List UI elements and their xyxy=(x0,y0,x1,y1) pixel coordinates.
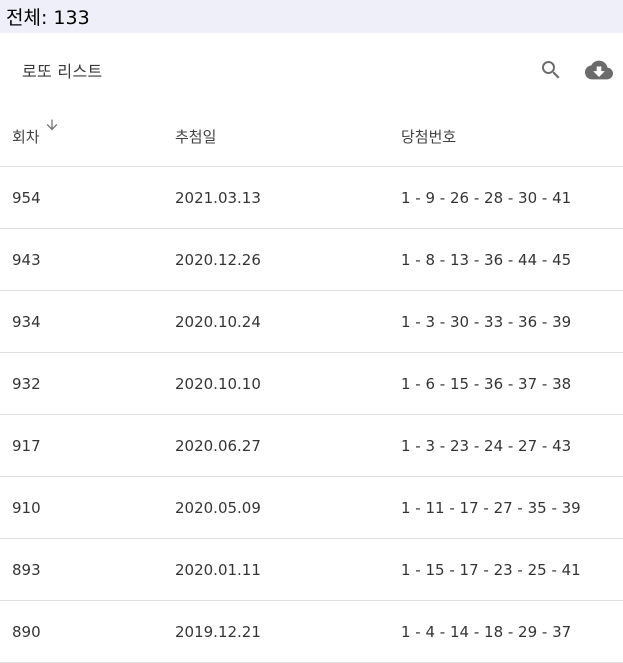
download-button[interactable] xyxy=(581,52,617,88)
lotto-table: 회차 추첨일 당첨번호 954 2021.03.13 1 - 9 - 26 - 28… xyxy=(0,106,623,663)
table-row[interactable]: 934 2020.10.24 1 - 3 - 30 - 33 - 36 - 39 xyxy=(0,290,623,353)
table-body: 954 2021.03.13 1 - 9 - 26 - 28 - 30 - 41 94… xyxy=(0,166,623,663)
round-cell: 943 xyxy=(0,228,175,291)
date-cell: 2020.10.24 xyxy=(175,290,401,353)
numbers-cell: 1 - 9 - 26 - 28 - 30 - 41 xyxy=(401,166,623,229)
column-header-round[interactable]: 회차 xyxy=(0,106,175,167)
cloud-download-icon xyxy=(585,56,613,84)
table-row[interactable]: 917 2020.06.27 1 - 3 - 23 - 24 - 27 - 43 xyxy=(0,414,623,477)
table-row[interactable]: 954 2021.03.13 1 - 9 - 26 - 28 - 30 - 41 xyxy=(0,166,623,229)
table-row[interactable]: 910 2020.05.09 1 - 11 - 17 - 27 - 35 - 39 xyxy=(0,476,623,539)
date-cell: 2020.05.09 xyxy=(175,476,401,539)
total-count-bar: 전체: 133 xyxy=(0,0,623,33)
date-cell: 2021.03.13 xyxy=(175,166,401,229)
date-cell: 2020.01.11 xyxy=(175,538,401,601)
numbers-cell: 1 - 4 - 14 - 18 - 29 - 37 xyxy=(401,600,623,663)
numbers-cell: 1 - 8 - 13 - 36 - 44 - 45 xyxy=(401,228,623,291)
date-cell: 2020.10.10 xyxy=(175,352,401,415)
round-cell: 917 xyxy=(0,414,175,477)
column-header-round-label[interactable]: 회차 xyxy=(12,128,40,146)
round-cell: 934 xyxy=(0,290,175,353)
numbers-cell: 1 - 15 - 17 - 23 - 25 - 41 xyxy=(401,538,623,601)
numbers-cell: 1 - 3 - 30 - 33 - 36 - 39 xyxy=(401,290,623,353)
round-cell: 893 xyxy=(0,538,175,601)
arrow-down-icon[interactable] xyxy=(44,117,60,137)
total-count-label: 전체: 133 xyxy=(6,7,90,29)
round-cell: 954 xyxy=(0,166,175,229)
numbers-cell: 1 - 3 - 23 - 24 - 27 - 43 xyxy=(401,414,623,477)
table-row[interactable]: 893 2020.01.11 1 - 15 - 17 - 23 - 25 - 41 xyxy=(0,538,623,601)
date-cell: 2020.06.27 xyxy=(175,414,401,477)
date-cell: 2020.12.26 xyxy=(175,228,401,291)
search-button[interactable] xyxy=(533,52,569,88)
table-row[interactable]: 890 2019.12.21 1 - 4 - 14 - 18 - 29 - 37 xyxy=(0,600,623,663)
search-icon xyxy=(539,58,563,82)
round-cell: 890 xyxy=(0,600,175,663)
table-row[interactable]: 943 2020.12.26 1 - 8 - 13 - 36 - 44 - 45 xyxy=(0,228,623,291)
round-cell: 910 xyxy=(0,476,175,539)
table-row[interactable]: 932 2020.10.10 1 - 6 - 15 - 36 - 37 - 38 xyxy=(0,352,623,415)
numbers-cell: 1 - 11 - 17 - 27 - 35 - 39 xyxy=(401,476,623,539)
column-header-date[interactable]: 추첨일 xyxy=(175,106,401,167)
toolbar: 로또 리스트 xyxy=(0,33,623,106)
toolbar-title: 로또 리스트 xyxy=(22,61,103,81)
table-header-row: 회차 추첨일 당첨번호 xyxy=(0,106,623,167)
date-cell: 2019.12.21 xyxy=(175,600,401,663)
column-header-numbers[interactable]: 당첨번호 xyxy=(401,106,623,167)
round-cell: 932 xyxy=(0,352,175,415)
numbers-cell: 1 - 6 - 15 - 36 - 37 - 38 xyxy=(401,352,623,415)
